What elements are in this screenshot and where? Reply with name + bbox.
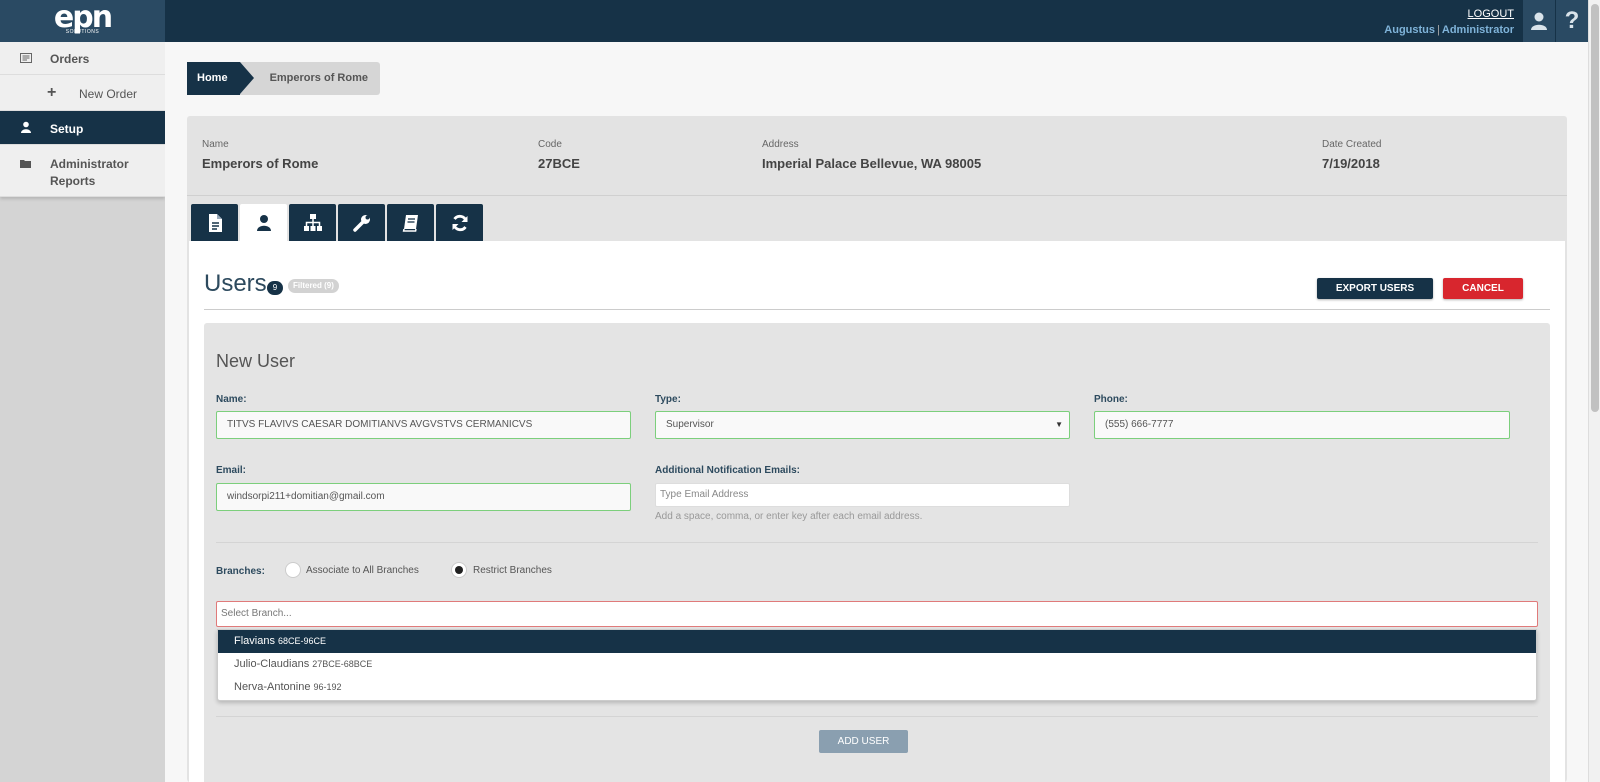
branch-option-name: Julio-Claudians <box>234 658 310 670</box>
sync-icon <box>452 214 467 232</box>
info-name: Name Emperors of Rome <box>202 139 318 171</box>
logo-subtext: SOLUTIONS <box>65 29 100 35</box>
info-name-value: Emperors of Rome <box>202 156 319 171</box>
name-label: Name: <box>216 394 247 405</box>
user-icon <box>256 215 271 231</box>
type-select-value: Supervisor <box>666 419 714 430</box>
main-area: Home Emperors of Rome Name Emperors of R… <box>165 42 1588 782</box>
branch-option-flavians[interactable]: Flavians 68CE-96CE <box>218 630 1536 653</box>
branch-option-nerva-antonine[interactable]: Nerva-Antonine 96-192 <box>218 676 1536 699</box>
radio-all-branches[interactable] <box>285 562 301 578</box>
branch-option-years: 27BCE-68BCE <box>312 659 373 669</box>
org-chart-icon <box>303 214 322 231</box>
info-address-value: Imperial Palace Bellevue, WA 98005 <box>762 156 982 171</box>
email-field[interactable]: windsorpi211+domitian@gmail.com <box>216 483 631 511</box>
notification-emails-input[interactable]: Type Email Address <box>655 483 1070 507</box>
divider <box>216 542 1538 543</box>
export-users-button[interactable]: EXPORT USERS <box>1317 278 1433 299</box>
user-role: Administrator <box>1441 24 1514 36</box>
branch-select-input[interactable]: Select Branch... <box>216 601 1538 627</box>
new-user-form: New User Name: TITVS FLAVIVS CAESAR DOMI… <box>204 323 1550 782</box>
book-icon <box>402 215 418 232</box>
company-panel: Name Emperors of Rome Code 27BCE Address… <box>187 116 1567 782</box>
tab-catalog[interactable] <box>387 204 434 242</box>
type-select[interactable]: Supervisor ▼ <box>655 411 1070 439</box>
sidebar-item-setup[interactable]: Setup <box>0 111 165 145</box>
sidebar-item-label: Administrator Reports <box>50 157 129 188</box>
filtered-badge[interactable]: Filtered (9) <box>288 279 339 293</box>
phone-label: Phone: <box>1094 394 1128 405</box>
orders-icon <box>20 53 32 63</box>
info-date: Date Created 7/19/2018 <box>1322 139 1381 171</box>
notification-emails-label: Additional Notification Emails: <box>655 465 801 476</box>
info-code: Code 27BCE <box>538 139 580 171</box>
tab-users[interactable] <box>240 204 287 242</box>
radio-restrict-branches-label[interactable]: Restrict Branches <box>473 565 552 576</box>
branch-option-years: 96-192 <box>313 682 342 692</box>
caret-down-icon: ▼ <box>1055 420 1063 429</box>
name-field[interactable]: TITVS FLAVIVS CAESAR DOMITIANVS AVGVSTVS… <box>216 411 631 439</box>
branches-label: Branches: <box>216 566 265 577</box>
folder-icon <box>20 160 31 168</box>
scrollbar-thumb[interactable] <box>1591 4 1599 412</box>
page-scrollbar[interactable] <box>1588 0 1600 782</box>
document-icon <box>208 214 222 232</box>
cancel-button[interactable]: CANCEL <box>1443 278 1523 299</box>
plus-icon: + <box>47 84 57 101</box>
breadcrumb-home[interactable]: Home <box>187 62 254 95</box>
branch-option-years: 68CE-96CE <box>278 636 327 646</box>
sidebar-item-new-order[interactable]: + New Order <box>0 75 165 111</box>
phone-field[interactable]: (555) 666-7777 <box>1094 411 1510 439</box>
user-name: Augustus <box>1384 24 1436 36</box>
profile-icon[interactable] <box>1523 0 1555 42</box>
page-title: Users <box>204 270 267 297</box>
tab-sync[interactable] <box>436 204 483 242</box>
info-code-label: Code <box>538 139 562 150</box>
info-address-label: Address <box>762 139 799 150</box>
tab-settings[interactable] <box>338 204 385 242</box>
info-date-label: Date Created <box>1322 139 1382 150</box>
tab-bar <box>191 204 483 242</box>
info-address: Address Imperial Palace Bellevue, WA 980… <box>762 139 981 171</box>
logo[interactable]: epn SOLUTIONS <box>0 0 165 42</box>
type-label: Type: <box>655 394 681 405</box>
add-user-button[interactable]: ADD USER <box>819 730 908 753</box>
sidebar-item-label: Setup <box>50 122 84 136</box>
branch-option-name: Flavians <box>234 635 275 647</box>
help-icon[interactable]: ? <box>1556 0 1588 42</box>
branch-dropdown: Flavians 68CE-96CE Julio-Claudians 27BCE… <box>217 629 1537 701</box>
branch-option-julio-claudians[interactable]: Julio-Claudians 27BCE-68BCE <box>218 653 1536 676</box>
info-code-value: 27BCE <box>538 156 580 171</box>
user-icon <box>21 121 31 133</box>
breadcrumb: Home Emperors of Rome <box>187 62 380 95</box>
sidebar-item-label: Orders <box>50 52 90 66</box>
user-count-badge: 9 <box>267 281 283 295</box>
user-area: LOGOUT Augustus | Administrator <box>1384 6 1514 38</box>
sidebar: Orders + New Order Setup Administrator R… <box>0 42 165 782</box>
wrench-icon <box>352 215 370 232</box>
company-info: Name Emperors of Rome Code 27BCE Address… <box>187 116 1567 196</box>
info-name-label: Name <box>202 139 229 150</box>
info-date-value: 7/19/2018 <box>1322 156 1380 171</box>
email-label: Email: <box>216 465 247 476</box>
sidebar-item-label: New Order <box>79 87 138 101</box>
users-content: Users 9 Filtered (9) EXPORT USERS CANCEL… <box>189 241 1565 782</box>
divider <box>216 716 1538 717</box>
divider <box>204 309 1550 310</box>
breadcrumb-current: Emperors of Rome <box>239 62 380 95</box>
radio-all-branches-label[interactable]: Associate to All Branches <box>306 565 419 576</box>
logout-link[interactable]: LOGOUT <box>1384 6 1514 22</box>
notification-emails-hint: Add a space, comma, or enter key after e… <box>655 511 923 522</box>
tab-branches[interactable] <box>289 204 336 242</box>
user-line: Augustus | Administrator <box>1384 24 1514 36</box>
sidebar-item-orders[interactable]: Orders <box>0 42 165 75</box>
tab-details[interactable] <box>191 204 238 242</box>
top-bar: epn SOLUTIONS LOGOUT Augustus | Administra… <box>0 0 1600 42</box>
branch-option-name: Nerva-Antonine <box>234 681 311 693</box>
form-title: New User <box>216 351 296 371</box>
radio-restrict-branches[interactable] <box>451 562 467 578</box>
user-separator: | <box>1437 24 1440 36</box>
sidebar-item-administrator-reports[interactable]: Administrator Reports <box>0 145 165 197</box>
